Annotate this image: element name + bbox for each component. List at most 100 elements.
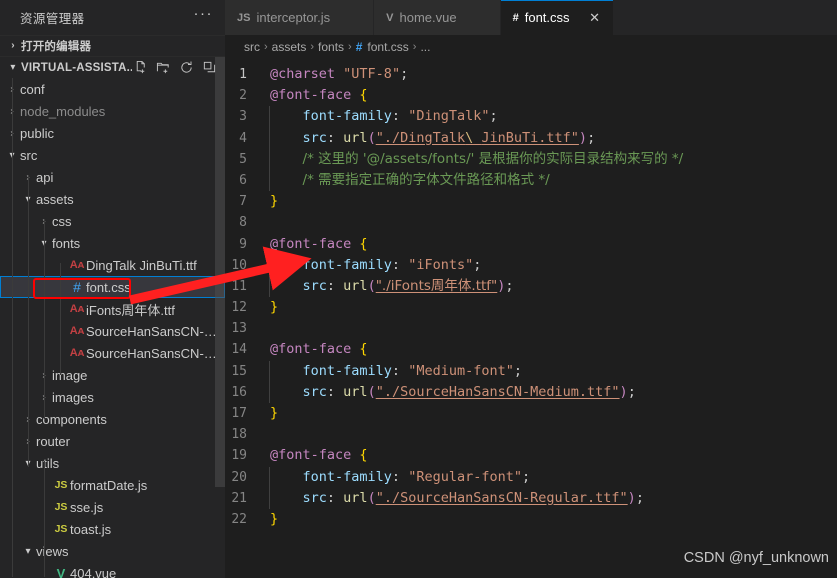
tab-label: font.css [524,10,570,25]
code-line[interactable]: 12} [225,297,837,318]
tree-item[interactable]: JS toast.js [0,518,225,540]
code-line[interactable]: 17} [225,403,837,424]
code-line[interactable]: 5 /* 这里的 '@/assets/fonts/' 是根据你的实际目录结构来写… [225,148,837,170]
tree-item-label: views [36,543,69,559]
tree-indent-guide [60,263,61,376]
code-line[interactable]: 19 @font-face { [225,445,837,466]
sidebar-scrollbar[interactable] [215,57,225,487]
tree-item[interactable]: ▾utils [0,452,225,474]
code-line[interactable]: 7} [225,191,837,212]
tree-item-selected[interactable]: # font.css [0,276,225,299]
tree-item-label: public [20,125,54,141]
tree-item-label: components [36,411,107,427]
line-number: 19 [231,448,247,464]
code-line[interactable]: 22} [225,509,837,530]
breadcrumb-item[interactable]: src [244,40,260,54]
code-line[interactable]: 16 src: url("./SourceHanSansCN-Medium.tt… [225,381,837,403]
tree-item[interactable]: JS sse.js [0,496,225,518]
code-line[interactable]: 6 /* 需要指定正确的字体文件路径和格式 */ [225,169,837,192]
tree-item[interactable]: ›router [0,430,225,452]
tree-item[interactable]: ›public [0,122,225,144]
code-token: ( [367,383,376,400]
open-editors-label: 打开的编辑器 [21,40,92,53]
breadcrumb-item[interactable]: ... [420,40,430,54]
code-line[interactable]: 21 src: url("./SourceHanSansCN-Regular.t… [225,487,837,509]
tree-item[interactable]: Aᴀ DingTalk JinBuTi.ttf [0,254,225,276]
code-line[interactable]: 1 @charset "UTF-8"; [225,64,837,85]
breadcrumb-item[interactable]: font.css [367,40,408,54]
tree-item[interactable]: ›conf [0,78,225,100]
tree-item[interactable]: ›images [0,386,225,408]
code-line[interactable]: 11 src: url("./iFonts周年体.ttf"); [225,275,837,298]
code-line[interactable]: 20 font-family: "Regular-font"; [225,466,837,488]
js-file-icon: JS [54,501,68,514]
code-token: ; [635,489,644,506]
code-line[interactable]: 10 font-family: "iFonts"; [225,254,837,276]
file-tree[interactable]: ›conf›node_modules›public▾src›api▾assets… [0,78,225,578]
code-line-content: @charset "UTF-8"; [269,64,408,85]
code-token: ; [489,108,498,125]
breadcrumb-separator-icon: › [264,40,268,53]
code-line[interactable]: 8 [225,212,837,233]
code-line-content: font-family: "Medium-font"; [269,360,522,382]
tree-item-label: images [52,389,94,405]
editor-tab[interactable]: JSinterceptor.js✕ [225,0,375,35]
code-line[interactable]: 4 src: url("./DingTalk\ JinBuTi.ttf"); [225,127,837,149]
explorer-more-actions-icon[interactable]: ··· [194,6,214,24]
tree-item-label: api [36,169,54,185]
tree-item[interactable]: ›css [0,210,225,232]
breadcrumb-item[interactable]: fonts [318,40,344,54]
ttf-file-icon: Aᴀ [69,325,85,338]
editor-tab[interactable]: # font.css ✕ [500,0,614,35]
tree-item[interactable]: AᴀSourceHanSansCN-Regula... [0,342,225,364]
tree-item[interactable]: JS formatDate.js [0,474,225,496]
code-token: ; [473,256,482,273]
tree-item[interactable]: ▾assets [0,188,225,210]
tree-item[interactable]: ›api [0,166,225,188]
tree-item[interactable]: Aᴀ iFonts周年体.ttf [0,298,225,320]
refresh-icon[interactable] [178,60,194,76]
line-number: 12 [231,300,247,316]
tree-item[interactable]: ›node_modules [0,100,225,122]
tree-indent-guide [44,551,45,578]
new-file-icon[interactable] [132,60,148,76]
tree-item[interactable]: V 404.vue [0,562,225,578]
code-line[interactable]: 14 @font-face { [225,339,837,360]
chevron-down-icon: ▾ [10,62,16,74]
code-editor[interactable]: 1 @charset "UTF-8"; 2 @font-face {3 font-fa… [225,58,837,578]
code-line-content: font-family: "DingTalk"; [269,106,498,128]
tree-item[interactable]: ▾fonts [0,232,225,254]
editor-tab[interactable]: Vhome.vue✕ [374,0,501,35]
code-line[interactable]: 18 [225,424,837,445]
code-token: } [270,299,279,316]
code-line[interactable]: 13 [225,318,837,339]
tree-item[interactable]: ▾src [0,144,225,166]
explorer-title-bar: 资源管理器 ··· [0,0,225,35]
code-line[interactable]: 15 font-family: "Medium-font"; [225,360,837,382]
code-line[interactable]: 9 @font-face { [225,234,837,255]
line-number: 20 [231,469,247,485]
section-project-root[interactable]: ▾ VIRTUAL-ASSISTA... [0,56,225,78]
tree-item[interactable]: AᴀSourceHanSansCN-Mediu... [0,320,225,342]
breadcrumb-item[interactable]: assets [272,40,307,54]
code-token: @font-face [270,341,352,358]
tree-item[interactable]: ›image [0,364,225,386]
new-folder-icon[interactable] [155,60,171,76]
code-line[interactable]: 3 font-family: "DingTalk"; [225,106,837,128]
tab-close-icon[interactable]: ✕ [588,10,602,26]
section-open-editors[interactable]: › 打开的编辑器 [0,34,225,57]
code-token: ; [400,66,409,82]
code-line[interactable]: 2 @font-face { [225,85,837,106]
tree-item[interactable]: ›components [0,408,225,430]
code-token: src [302,489,327,506]
code-token: /* 需要指定正确的字体文件路径和格式 */ [302,171,550,188]
code-token: font-family [302,362,392,379]
code-token: "DingTalk" [408,108,490,125]
tree-item[interactable]: ▾ views [0,540,225,562]
project-root-label: VIRTUAL-ASSISTA... [21,61,132,74]
tree-item-label: conf [20,81,45,97]
breadcrumb-separator-icon: › [412,40,417,53]
